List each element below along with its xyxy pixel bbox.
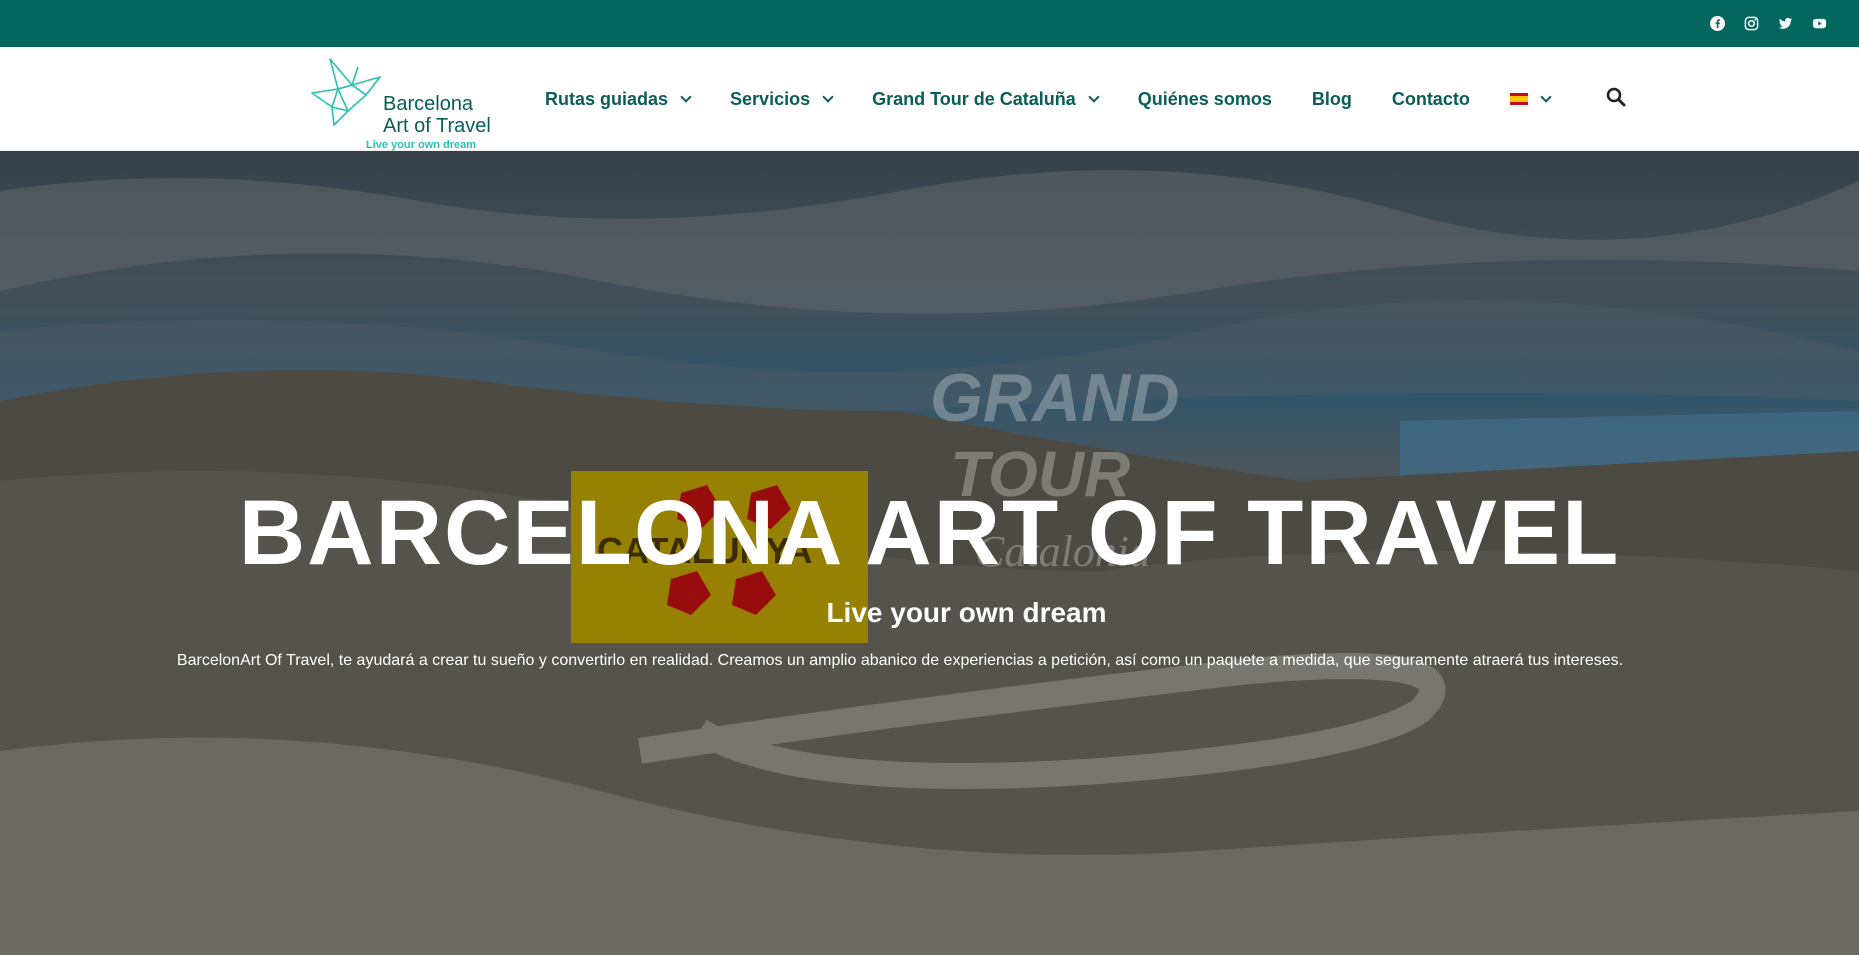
chevron-down-icon [1540,90,1552,103]
nav-item-label: Servicios [730,88,811,109]
nav-item-label: Rutas guiadas [545,88,669,109]
site-logo[interactable]: Barcelona Art of Travel Live your own dr… [310,55,491,151]
chevron-down-icon [1088,90,1100,103]
nav-item-rutas-guiadas[interactable]: Rutas guiadas [545,88,692,110]
youtube-icon[interactable] [1809,13,1829,33]
facebook-icon[interactable] [1707,13,1727,33]
spain-flag-icon [1509,93,1528,105]
logo-text-line1: Barcelona [383,93,474,115]
top-bar [0,0,1859,47]
nav-item-grand-tour[interactable]: Grand Tour de Cataluña [872,88,1100,110]
nav-item-label: Blog [1311,88,1352,109]
social-links [1707,13,1829,33]
nav-item-contacto[interactable]: Contacto [1392,89,1470,110]
language-switcher[interactable] [1509,90,1552,105]
hero-title: BARCELONA ART OF TRAVEL [238,482,1621,584]
nav-item-label: Contacto [1391,88,1470,109]
nav-item-quienes-somos[interactable]: Quiénes somos [1138,89,1272,110]
main-nav: Rutas guiadas Servicios Grand Tour de Ca… [545,47,1590,151]
logo-tagline: Live your own dream [366,139,477,151]
hero-description: BarcelonArt Of Travel, te ayudará a crea… [176,652,1624,669]
logo-text-line2: Art of Travel [383,115,491,137]
instagram-icon[interactable] [1741,13,1761,33]
chevron-down-icon [680,90,692,103]
hero-subtitle: Live your own dream [826,597,1107,628]
nav-item-servicios[interactable]: Servicios [730,88,834,110]
nav-item-blog[interactable]: Blog [1312,89,1352,110]
search-button[interactable] [1606,87,1628,109]
nav-item-label: Quiénes somos [1137,88,1272,109]
origami-bird-icon [311,58,381,126]
chevron-down-icon [822,90,834,103]
site-header: Barcelona Art of Travel Live your own dr… [0,47,1859,151]
twitter-icon[interactable] [1775,13,1795,33]
search-icon [1606,87,1626,107]
nav-item-label: Grand Tour de Cataluña [872,88,1076,109]
hero-section: GRAND TOUR Catalonia CATALUNYA BARCELONA… [0,151,1859,955]
svg-text:GRAND: GRAND [930,360,1179,436]
